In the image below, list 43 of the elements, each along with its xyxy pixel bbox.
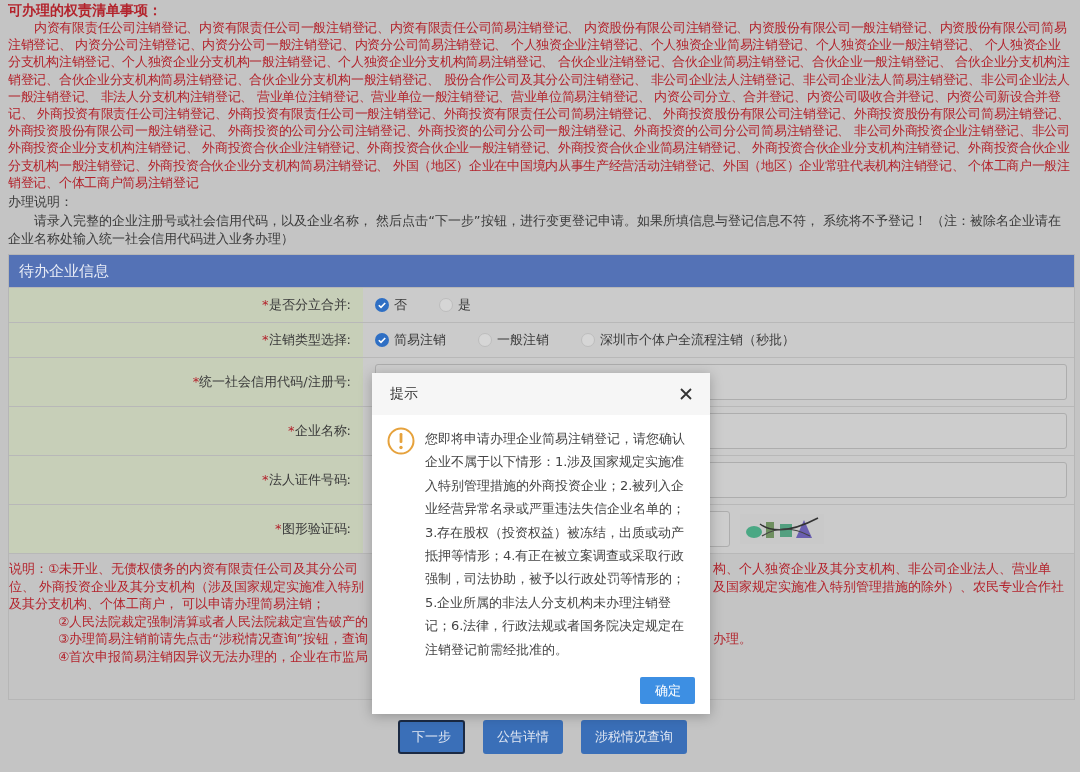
note-text: 及其分支机构、个体工商户， 可以申请办理简易注销； <box>9 595 326 613</box>
required-mark: * <box>275 521 282 537</box>
action-button[interactable]: 下一步 <box>397 720 465 755</box>
field-label: 注销类型选择: <box>268 332 351 348</box>
required-mark: * <box>262 472 269 488</box>
field-label: 图形验证码: <box>281 521 351 537</box>
item-list-text: 内资有限责任公司注销登记、内资有限责任公司一般注销登记、内资有限责任公司简易注销登记、 内资股份有限公司注销登记、内资股份有限公司一般注销登记、内资股份有限公司简易注销登记、 内资分公司注销登记、内资分公司一般注销登记、内资分公司简易注销登记、 个人独资企业注销登记、个人独资企业简易注销登记、个人独资企业一般注销登记、 个人独资企业分支机构注销登记、个人独资企业分支机构一般注销登记、个人独资企业分支机构简易注销登记、 合伙企业注销登记、合伙企业简易注销登记、合伙企业一般注销登记、 合伙企业分支机构注销登记、合伙企业分支机构简易注销登记、合伙企业分支机构一般注销登记、 股份合作公司及其分公司注销登记、 非公司企业法人注销登记、非公司企业法人简易注销登记、非公司企业法人一般注销登记、 非法人分支机构注销登记、 营业单位注销登记、营业单位一般注销登记、营业单位简易注销登记、 内资公司分立、合并登记、内资公司吸收合并登记、内资公司新设合并登记、 外商投资有限责任公司注销登记、外商投资有限责任公司一般注销登记、外商投资有限责任公司简易注销登记、 外商投资股份有限公司注销登记、外商投资股份有限公司简易注销登记、外商投资股份有限公司一般注销登记、 外商投资的公司分公司注销登记、外商投资的公司分公司一般注销登记、外商投资的公司分公司简易注销登记、 非公司外商投资企业注销登记、非公司外商投资企业分支机构注销登记、 外商投资合伙企业注销登记、外商投资合伙企业一般注销登记、外商投资合伙企业简易注销登记、 外商投资合伙企业分支机构注销登记、外商投资合伙企业分支机构一般注销登记、外商投资合伙企业分支机构简易注销登记、 外国（地区）企业在中国境内从事生产经营活动注销登记、外国（地区）企业常驻代表机构注销登记、 个体工商户一般注销登记、个体工商户简易注销登记 <box>8 19 1071 192</box>
instructions-heading: 办理说明： <box>8 194 74 211</box>
field-label: 法人证件号码: <box>268 472 351 488</box>
required-mark: * <box>262 332 269 348</box>
action-button[interactable]: 涉税情况查询 <box>580 720 687 755</box>
instructions-text: 请录入完整的企业注册号或社会信用代码，以及企业名称， 然后点击“下一步”按钮，进行变更登记申请。如果所填信息与登记信息不符， 系统将不予登记！ （注：被除名企业请在企业名称处输入统一社会信用代码进入业务办理） <box>8 212 1062 249</box>
note-text: 位、 外商投资企业及其分支机构（涉及国家规定实施准入特别 <box>9 577 365 596</box>
warning-icon <box>387 427 415 455</box>
note-text: ④首次申报简易注销因异议无法办理的，企业在市监局 <box>57 647 370 666</box>
field-label: 统一社会信用代码/注册号: <box>199 374 351 390</box>
required-mark: * <box>288 423 295 439</box>
note-text: 构、个人独资企业及其分支机构、非公司企业法人、营业单 <box>713 560 1052 578</box>
field-label: 企业名称: <box>294 423 351 439</box>
dialog-message: 您即将申请办理企业简易注销登记，请您确认企业不属于以下情形：1.涉及国家规定实施准入特别管理措施的外商投资企业；2.被列入企业经营异常名录或严重违法失信企业名单的；3.存在股权（投资权益）被冻结，出质或动产抵押等情形；4.有正在被立案调查或采取行政强制，司法协助，被予以行政处罚等情形的；5.企业所属的非法人分支机构未办理注销登记；6.法律，行政法规或者国务院决定规定在注销登记前需经批准的。 <box>425 430 686 659</box>
dialog-title: 提示 <box>390 385 418 403</box>
radio-button[interactable] <box>478 333 492 348</box>
note-text: 及国家规定实施准入特别管理措施的除外）、农民专业合作社 <box>713 577 1065 596</box>
note-text: ②人民法院裁定强制清算或者人民法院裁定宣告破产的 <box>57 612 370 631</box>
radio-label[interactable]: 简易注销 <box>394 331 446 350</box>
radio-button[interactable] <box>581 333 595 348</box>
radio-button[interactable] <box>375 298 389 313</box>
required-mark: * <box>262 297 269 313</box>
radio-label[interactable]: 是 <box>458 296 471 315</box>
note-text: 办理。 <box>713 630 753 648</box>
note-text: ③办理简易注销前请先点击“涉税情况查询”按钮，查询 <box>57 630 370 648</box>
field-label: 是否分立合并: <box>268 297 351 313</box>
radio-label[interactable]: 一般注销 <box>497 331 549 350</box>
radio-label[interactable]: 深圳市个体户全流程注销（秒批） <box>600 331 795 350</box>
action-button[interactable]: 公告详情 <box>482 720 563 755</box>
required-mark: * <box>192 374 200 390</box>
radio-button[interactable] <box>439 298 453 313</box>
radio-label[interactable]: 否 <box>394 296 407 315</box>
radio-button[interactable] <box>375 333 389 348</box>
panel-header: 待办企业信息 <box>9 255 1074 288</box>
note-text: 说明：①未开业、无债权债务的内资有限责任公司及其分公司 <box>9 560 360 578</box>
section-title: 可办理的权责清单事项： <box>8 2 163 19</box>
close-icon[interactable] <box>680 388 692 400</box>
